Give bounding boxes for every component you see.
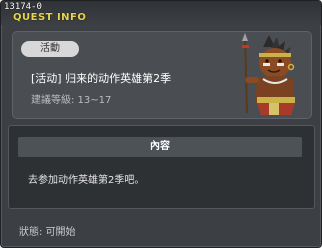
content-panel: 內容 去参加动作英雄第2季吧。	[8, 125, 315, 209]
recommended-level: 建議等級: 13~17	[31, 95, 112, 106]
quest-status: 狀態: 可開始	[19, 227, 76, 238]
window-header: 13174-0 QUEST INFO	[1, 1, 321, 25]
content-header: 內容	[18, 137, 302, 157]
quest-id: 13174-0	[4, 2, 42, 12]
quest-info-window: 13174-0 QUEST INFO 活動 [活动] 归来的动作英雄第2季 建議…	[0, 0, 322, 248]
tribal-warrior-npc-icon	[242, 33, 295, 115]
quest-name: [活动] 归来的动作英雄第2季	[31, 72, 172, 85]
window-title: QUEST INFO	[13, 12, 87, 23]
quest-category-tag: 活動	[21, 41, 79, 57]
content-text: 去参加动作英雄第2季吧。	[28, 175, 145, 186]
